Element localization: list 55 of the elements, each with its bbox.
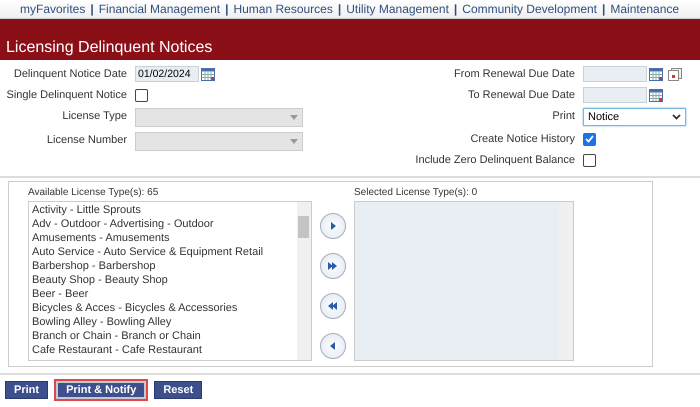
list-label: Selected License Type(s): 0 <box>354 187 478 198</box>
chevron-down-icon <box>672 114 681 120</box>
move-button[interactable] <box>320 293 346 319</box>
checkbox[interactable] <box>135 88 148 102</box>
print-dropdown[interactable]: Notice <box>583 108 686 126</box>
action-button[interactable]: Print & Notify <box>56 381 146 399</box>
field-label: Include Zero Delinquent Balance <box>414 153 575 168</box>
separator: | <box>602 2 606 16</box>
list-item[interactable]: Branch or Chain - Branch or Chain <box>32 329 294 343</box>
separator: | <box>90 2 94 16</box>
nav-link[interactable]: myFavorites <box>20 2 86 16</box>
scrollbar[interactable] <box>297 202 311 360</box>
list-item[interactable]: Amusements - Amusements <box>32 231 294 245</box>
checkbox[interactable] <box>583 154 596 166</box>
separator: | <box>454 2 458 16</box>
list-label: Available License Type(s): 65 <box>28 187 160 198</box>
list-item[interactable]: Cafe Restaurant - Cafe Restaurant <box>32 343 294 357</box>
nav-link[interactable]: Utility Management <box>346 2 449 16</box>
move-button[interactable] <box>320 213 346 239</box>
scrollbar[interactable] <box>559 202 573 360</box>
action-button[interactable]: Print <box>5 381 48 399</box>
field-label: Print <box>551 109 575 124</box>
available-list[interactable] <box>28 201 312 361</box>
action-button[interactable]: Reset <box>154 381 202 399</box>
field-label: License Type <box>61 109 127 124</box>
separator: | <box>338 2 342 16</box>
date-field[interactable] <box>583 87 647 103</box>
field-label: Delinquent Notice Date <box>12 67 127 82</box>
field-label: Create Notice History <box>469 132 575 147</box>
field-label: License Number <box>46 133 127 148</box>
list-item[interactable]: Activity - Little Sprouts <box>32 203 294 217</box>
list-item[interactable]: Bowling Alley - Bowling Alley <box>32 315 294 329</box>
list-item[interactable]: Beer - Beer <box>32 287 294 301</box>
page-title: Licensing Delinquent Notices <box>6 39 212 57</box>
caret-icon <box>290 139 298 144</box>
date-field[interactable] <box>583 66 647 82</box>
move-button[interactable] <box>320 253 346 279</box>
list-item[interactable]: Barbershop - Barbershop <box>32 259 294 273</box>
separator: | <box>225 2 228 16</box>
list-item[interactable]: Adv - Outdoor - Advertising - Outdoor <box>32 217 294 231</box>
field-label: From Renewal Due Date <box>452 67 575 82</box>
field-label: To Renewal Due Date <box>466 88 575 103</box>
move-button[interactable] <box>320 333 346 359</box>
date-field[interactable]: 01/02/2024 <box>135 66 199 82</box>
nav-link[interactable]: Financial Management <box>98 2 220 16</box>
list-item[interactable]: Auto Service - Auto Service & Equipment Retail <box>32 245 294 259</box>
list-item[interactable]: Beauty Shop - Beauty Shop <box>32 273 294 287</box>
nav-link[interactable]: Community Development <box>462 2 597 16</box>
list-item[interactable]: Bicycles & Acces - Bicycles & Accessories <box>32 301 294 315</box>
caret-icon <box>290 115 298 120</box>
checkbox[interactable] <box>583 132 596 146</box>
nav-link[interactable]: Human Resources <box>233 2 333 16</box>
double-arrow-left-icon <box>326 299 340 313</box>
nav-link[interactable]: Maintenance <box>610 2 680 16</box>
field-label: Single Delinquent Notice <box>6 88 127 103</box>
